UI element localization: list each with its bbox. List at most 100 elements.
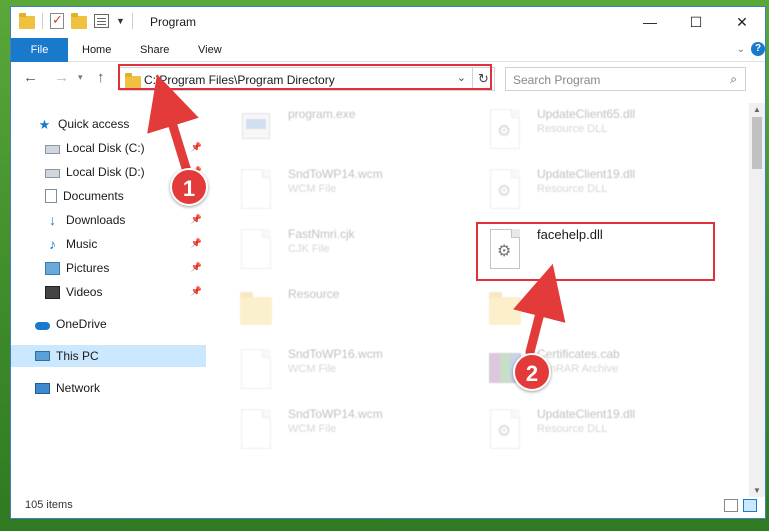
properties-check-icon[interactable] [50, 12, 64, 29]
document-icon [238, 407, 274, 453]
music-icon: ♪ [49, 235, 56, 252]
file-item[interactable]: Certificates.cab WinRAR Archive [465, 343, 705, 395]
properties-icon[interactable] [94, 14, 109, 28]
network-icon [35, 382, 50, 394]
sidebar-item-label: Quick access [58, 117, 130, 131]
status-bar: 105 items [11, 494, 765, 518]
search-input[interactable]: Search Program [513, 73, 600, 87]
scroll-thumb[interactable] [752, 117, 762, 169]
window-title: Program [150, 15, 197, 29]
sidebar-item-videos[interactable]: Videos 📌 [11, 281, 206, 303]
file-type: Resource DLL [537, 423, 608, 435]
file-name: Resource [288, 287, 340, 301]
folder-icon [19, 12, 35, 29]
back-arrow-icon[interactable]: ← [23, 69, 38, 86]
sidebar-item-music[interactable]: ♪ Music 📌 [11, 233, 206, 255]
details-view-icon[interactable] [724, 499, 738, 512]
file-name: UpdateClient19.dll [537, 167, 636, 181]
sidebar-item-label: Network [56, 381, 101, 395]
ribbon-right: ⌄ ? [737, 42, 765, 56]
item-count: 105 items [25, 499, 73, 511]
vertical-scrollbar[interactable]: ▲ ▼ [749, 103, 765, 497]
pin-icon[interactable]: 📌 [191, 286, 202, 297]
sidebar-item-label: Videos [66, 285, 103, 299]
file-item[interactable]: SndToWP14.wcm WCM File [216, 163, 456, 215]
file-name: UpdateClient65.dll [537, 107, 636, 121]
sidebar-item-label: Documents [63, 189, 124, 203]
file-item[interactable]: ⚙ UpdateClient19.dll Resource DLL [465, 163, 705, 215]
forward-arrow-icon[interactable]: → [54, 69, 69, 86]
file-name: SndToWP14.wcm [288, 407, 383, 421]
star-icon: ★ [38, 116, 51, 132]
dll-file-icon: ⚙ [487, 407, 523, 453]
sidebar-item-downloads[interactable]: ↓ Downloads 📌 [11, 209, 206, 231]
sidebar-item-this-pc[interactable]: This PC [11, 345, 206, 367]
file-item[interactable]: program.exe [216, 103, 456, 155]
new-folder-icon[interactable] [71, 12, 87, 29]
file-name: FastNmri.cjk [288, 227, 355, 241]
pin-icon[interactable]: 📌 [191, 142, 202, 153]
sidebar-item-label: Downloads [66, 213, 126, 227]
quick-access-toolbar: ▼ [19, 12, 133, 29]
search-icon[interactable]: ⌕ [730, 72, 737, 87]
file-type: WCM File [288, 363, 337, 375]
file-item[interactable]: ⚙ UpdateClient65.dll Resource DLL [465, 103, 705, 155]
tab-share[interactable]: Share [140, 38, 169, 62]
file-item[interactable]: Resource [216, 283, 456, 335]
sidebar-item-label: This PC [56, 349, 99, 363]
tab-file[interactable]: File [11, 38, 68, 62]
sidebar-item-local-disk-c[interactable]: Local Disk (C:) 📌 [11, 137, 206, 159]
search-box[interactable]: Search Program ⌕ [505, 67, 746, 91]
expand-ribbon-icon[interactable]: ⌄ [737, 44, 745, 55]
pin-icon[interactable]: 📌 [191, 262, 202, 273]
minimize-button[interactable]: — [627, 7, 673, 37]
customize-caret-icon[interactable]: ▼ [116, 16, 125, 26]
cloud-icon [35, 321, 50, 330]
file-item[interactable]: ⚙ UpdateClient19.dll Resource DLL [465, 403, 705, 455]
sidebar-item-label: Local Disk (D:) [66, 165, 145, 179]
pin-icon[interactable]: 📌 [191, 214, 202, 225]
view-toggle [724, 499, 757, 512]
file-item[interactable]: SndToWP14.wcm WCM File [216, 403, 456, 455]
sidebar-item-onedrive[interactable]: OneDrive [11, 313, 206, 335]
tab-view[interactable]: View [198, 38, 222, 62]
sidebar-item-quick-access[interactable]: ★ Quick access [11, 113, 206, 135]
file-item[interactable]: SndToWP16.wcm WCM File [216, 343, 456, 395]
divider [131, 13, 133, 29]
folder-icon [238, 287, 274, 333]
downloads-icon: ↓ [49, 211, 56, 228]
pictures-icon [45, 261, 60, 275]
exe-icon [238, 107, 274, 153]
close-button[interactable]: ✕ [719, 7, 765, 37]
address-highlight-box [118, 64, 492, 90]
file-list: program.exe ⚙ UpdateClient65.dll Resourc… [216, 103, 744, 493]
help-icon[interactable]: ? [751, 42, 765, 56]
pin-icon[interactable]: 📌 [191, 238, 202, 249]
tab-home[interactable]: Home [82, 38, 111, 62]
file-type: Resource DLL [537, 183, 608, 195]
maximize-button[interactable]: ☐ [673, 7, 719, 37]
file-name: Certificates.cab [537, 347, 620, 361]
computer-icon [35, 351, 50, 361]
file-item[interactable] [465, 283, 705, 335]
recent-locations-caret-icon[interactable]: ▾ [78, 72, 83, 83]
file-type: Resource DLL [537, 123, 608, 135]
navigation-pane: ★ Quick access Local Disk (C:) 📌 Local D… [11, 103, 206, 498]
file-name: program.exe [288, 107, 356, 121]
file-highlight-box [476, 222, 715, 281]
file-type: WCM File [288, 183, 337, 195]
sidebar-item-label: Music [66, 237, 98, 251]
step-2-badge: 2 [513, 353, 551, 391]
up-arrow-icon[interactable]: ↑ [97, 69, 105, 86]
file-type: WCM File [288, 423, 337, 435]
title-bar: ▼ Program — ☐ ✕ [11, 7, 765, 38]
scroll-up-icon[interactable]: ▲ [753, 105, 761, 114]
drive-icon [45, 144, 60, 154]
file-item[interactable]: FastNmri.cjk CJK File [216, 223, 456, 275]
sidebar-item-pictures[interactable]: Pictures 📌 [11, 257, 206, 279]
file-name: SndToWP14.wcm [288, 167, 383, 181]
tiles-view-icon[interactable] [743, 499, 757, 512]
folder-icon [487, 287, 523, 333]
sidebar-item-network[interactable]: Network [11, 377, 206, 399]
videos-icon [45, 285, 60, 299]
